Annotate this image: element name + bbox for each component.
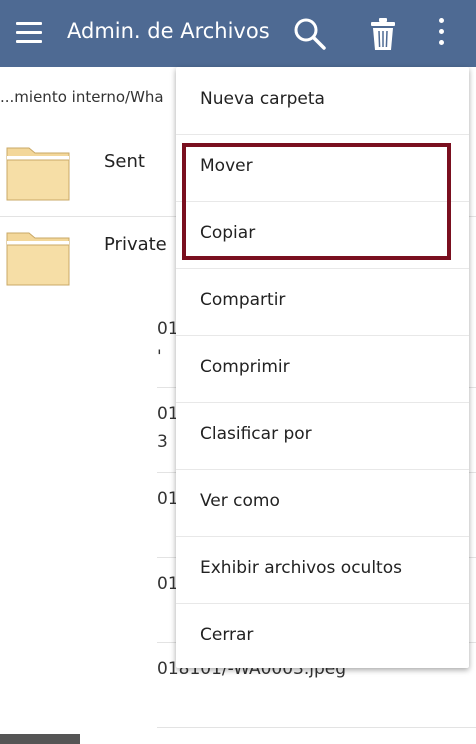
menu-item-compress[interactable]: Comprimir xyxy=(176,335,469,403)
menu-item-label: Cerrar xyxy=(200,625,254,645)
menu-item-show-hidden-files[interactable]: Exhibir archivos ocultos xyxy=(176,536,469,604)
menu-item-label: Mover xyxy=(200,156,253,176)
file-thumbnail xyxy=(0,734,80,744)
menu-item-new-folder[interactable]: Nueva carpeta xyxy=(176,67,469,135)
breadcrumb-path[interactable]: ...miento interno/Wha xyxy=(0,88,164,106)
app-bar: Admin. de Archivos xyxy=(0,0,476,67)
menu-item-label: Clasificar por xyxy=(200,424,312,444)
hamburger-menu-icon[interactable] xyxy=(16,22,42,44)
file-info-fragment: ' xyxy=(157,347,162,367)
folder-name: Private xyxy=(104,234,167,255)
folder-icon xyxy=(6,232,70,286)
menu-item-label: Copiar xyxy=(200,223,256,243)
menu-item-label: Comprimir xyxy=(200,357,290,377)
menu-item-sort-by[interactable]: Clasificar por xyxy=(176,402,469,470)
menu-item-view-as[interactable]: Ver como xyxy=(176,469,469,537)
more-vert-icon[interactable] xyxy=(434,18,450,50)
menu-item-label: Ver como xyxy=(200,491,280,511)
menu-item-label: Exhibir archivos ocultos xyxy=(200,558,402,578)
menu-item-label: Compartir xyxy=(200,290,286,310)
menu-item-label: Nueva carpeta xyxy=(200,89,325,109)
app-title: Admin. de Archivos xyxy=(67,19,270,43)
folder-icon xyxy=(6,147,70,201)
menu-item-copy[interactable]: Copiar xyxy=(176,201,469,269)
search-icon[interactable] xyxy=(292,16,328,52)
menu-item-move[interactable]: Mover xyxy=(176,134,469,202)
trash-icon[interactable] xyxy=(368,16,398,52)
file-info-fragment: 3 xyxy=(157,432,168,452)
overflow-menu: Nueva carpeta Mover Copiar Compartir Com… xyxy=(176,67,469,668)
menu-item-close[interactable]: Cerrar xyxy=(176,603,469,670)
menu-item-share[interactable]: Compartir xyxy=(176,268,469,336)
folder-name: Sent xyxy=(104,151,145,172)
